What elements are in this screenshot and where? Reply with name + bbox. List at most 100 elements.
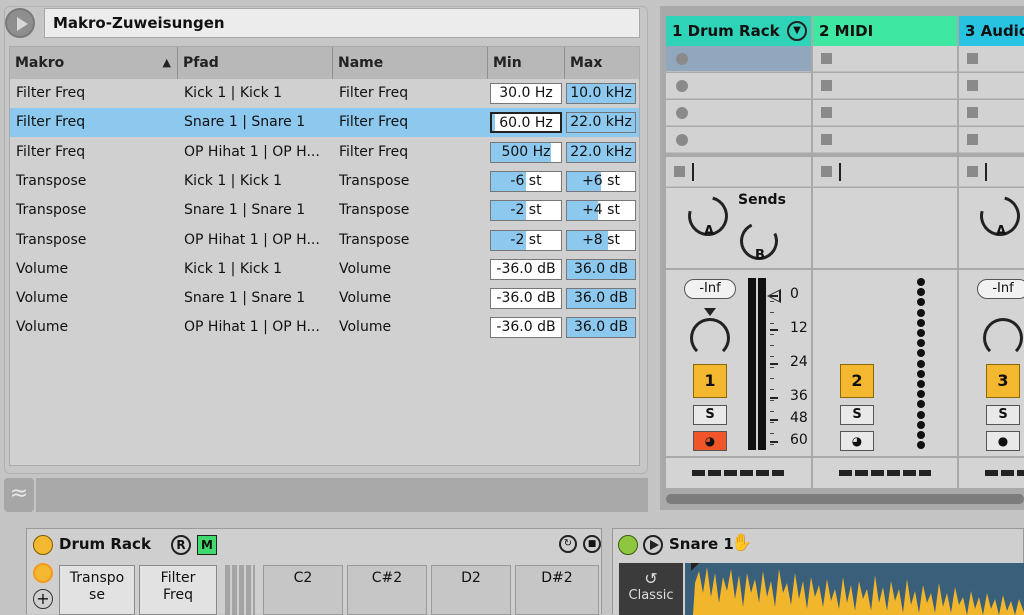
- clip-slot[interactable]: [666, 127, 811, 153]
- show-hide-play-icon[interactable]: [5, 8, 35, 38]
- track-activator-2[interactable]: 2: [840, 364, 874, 398]
- mode-selector[interactable]: ↺ Classic: [619, 563, 683, 615]
- col-header-pfad[interactable]: Pfad: [178, 47, 333, 79]
- clip-slot[interactable]: [959, 127, 1024, 153]
- table-row[interactable]: Filter Freq Kick 1 | Kick 1 Filter Freq 30.…: [10, 79, 639, 108]
- drum-pad-c2[interactable]: C2: [263, 565, 343, 615]
- col-header-makro[interactable]: Makro ▲: [10, 47, 178, 79]
- drum-pad-dsharp2[interactable]: D#2: [515, 565, 599, 615]
- clip-slot[interactable]: [666, 100, 811, 126]
- max-value-field[interactable]: +6 st: [566, 170, 636, 192]
- min-value-field[interactable]: 30.0 Hz: [490, 83, 562, 104]
- stop-icon: [967, 166, 978, 177]
- clip-slot[interactable]: [959, 46, 1024, 72]
- sends-section-2: [813, 188, 957, 268]
- add-macro-icon[interactable]: +: [33, 589, 53, 609]
- clip-slot[interactable]: [959, 100, 1024, 126]
- macro-button-2[interactable]: Filter Freq: [139, 565, 217, 615]
- solo-button-2[interactable]: S: [840, 405, 874, 425]
- max-value-field[interactable]: +4 st: [566, 200, 636, 222]
- max-value-field[interactable]: 10.0 kHz: [566, 83, 636, 104]
- save-preset-icon[interactable]: ■: [583, 535, 601, 553]
- table-row[interactable]: Filter Freq Snare 1 | Snare 1 Filter Freq 6…: [10, 108, 639, 138]
- clip-slot[interactable]: [813, 127, 957, 153]
- max-value-field[interactable]: 22.0 kHz: [566, 112, 636, 134]
- cell-name: Volume: [339, 260, 392, 277]
- macro-map-button[interactable]: M: [197, 535, 217, 555]
- macro-variation-icon[interactable]: [33, 563, 53, 583]
- min-value-field[interactable]: -6 st: [490, 170, 562, 192]
- clip-slot[interactable]: [813, 73, 957, 99]
- max-value-field[interactable]: +8 st: [566, 229, 636, 251]
- stop-icon: [674, 166, 685, 177]
- table-row[interactable]: Volume OP Hihat 1 | OP H... Volume -36.0 dB…: [10, 313, 639, 342]
- volume-readout[interactable]: -Inf: [684, 279, 736, 299]
- clip-slot[interactable]: [813, 46, 957, 72]
- preview-play-icon[interactable]: [643, 535, 663, 555]
- level-meter-left: [748, 278, 756, 450]
- max-value-field[interactable]: 22.0 kHz: [566, 141, 636, 163]
- solo-button-1[interactable]: S: [693, 405, 727, 425]
- clip-slot[interactable]: [959, 73, 1024, 99]
- device-activator-icon[interactable]: [618, 535, 638, 555]
- max-value-field[interactable]: 36.0 dB: [566, 258, 636, 280]
- macro-button-1[interactable]: Transpo se: [59, 565, 135, 615]
- record-arm-button-3[interactable]: ●: [986, 431, 1020, 451]
- track-menu-chevron-icon[interactable]: ▼: [787, 21, 807, 41]
- track-activator-1[interactable]: 1: [693, 364, 727, 398]
- table-row[interactable]: Transpose Kick 1 | Kick 1 Transpose -6 st +6…: [10, 167, 639, 196]
- col-header-max[interactable]: Max: [565, 47, 639, 79]
- cell-pfad: Snare 1 | Snare 1: [184, 114, 306, 131]
- record-arm-button-1[interactable]: ◕: [693, 431, 727, 451]
- drum-pad-csharp2[interactable]: C#2: [347, 565, 427, 615]
- cell-name: Filter Freq: [339, 114, 409, 131]
- min-value-field[interactable]: -36.0 dB: [490, 317, 562, 339]
- min-value-field[interactable]: -2 st: [490, 229, 562, 251]
- stop-icon: [821, 107, 832, 118]
- solo-button-3[interactable]: S: [986, 405, 1020, 425]
- clip-slot[interactable]: [666, 73, 811, 99]
- volume-readout[interactable]: -Inf: [977, 279, 1024, 299]
- track-header-3[interactable]: 3 Audio: [959, 16, 1024, 48]
- table-row[interactable]: Volume Kick 1 | Kick 1 Volume -36.0 dB 36.0 …: [10, 255, 639, 284]
- table-row[interactable]: Volume Snare 1 | Snare 1 Volume -36.0 dB 36.…: [10, 284, 639, 313]
- col-header-name[interactable]: Name: [333, 47, 488, 79]
- table-row[interactable]: Transpose Snare 1 | Snare 1 Transpose -2 st…: [10, 196, 639, 225]
- max-value-field[interactable]: 36.0 dB: [566, 288, 636, 310]
- monitor-button-2[interactable]: ◕: [840, 431, 874, 451]
- clip-slot[interactable]: [813, 100, 957, 126]
- pan-center-icon: [704, 308, 716, 316]
- empty-slot-icon: [676, 107, 688, 119]
- stop-slot[interactable]: [666, 157, 811, 187]
- device-activator-icon[interactable]: [33, 535, 53, 555]
- clip-slot[interactable]: [666, 46, 811, 72]
- track-header-1[interactable]: 1 Drum Rack ▼: [666, 16, 811, 48]
- min-value-field[interactable]: 500 Hz: [490, 141, 562, 163]
- min-value-field[interactable]: 60.0 Hz: [490, 112, 562, 134]
- randomize-button[interactable]: R: [171, 535, 191, 555]
- min-value-field[interactable]: -36.0 dB: [490, 288, 562, 310]
- stop-slot[interactable]: [813, 157, 957, 187]
- pan-knob[interactable]: [690, 318, 730, 358]
- track-activator-3[interactable]: 3: [986, 364, 1020, 398]
- hot-swap-icon[interactable]: ↻: [559, 535, 577, 553]
- cell-name: Filter Freq: [339, 143, 409, 160]
- drum-pad-d2[interactable]: D2: [431, 565, 511, 615]
- max-value-field[interactable]: 36.0 dB: [566, 317, 636, 339]
- min-value-field[interactable]: -2 st: [490, 200, 562, 222]
- track-header-2[interactable]: 2 MIDI: [813, 16, 957, 48]
- wave-toggle-icon[interactable]: ≈: [4, 478, 34, 512]
- cell-makro: Filter Freq: [16, 143, 86, 160]
- table-row[interactable]: Filter Freq OP Hihat 1 | OP H... Filter Fr…: [10, 138, 639, 167]
- horizontal-scrollbar[interactable]: [666, 494, 1024, 504]
- pad-overview-grid[interactable]: [225, 565, 255, 615]
- sample-start-marker[interactable]: [691, 563, 699, 571]
- stop-icon: [967, 53, 978, 64]
- table-row[interactable]: Transpose OP Hihat 1 | OP H... Transpose -2…: [10, 226, 639, 255]
- min-value-field[interactable]: -36.0 dB: [490, 258, 562, 280]
- stop-slot[interactable]: [959, 157, 1024, 187]
- cell-pfad: Kick 1 | Kick 1: [184, 172, 283, 189]
- waveform-display[interactable]: [685, 563, 1024, 615]
- pan-knob[interactable]: [983, 318, 1023, 358]
- col-header-min[interactable]: Min: [488, 47, 565, 79]
